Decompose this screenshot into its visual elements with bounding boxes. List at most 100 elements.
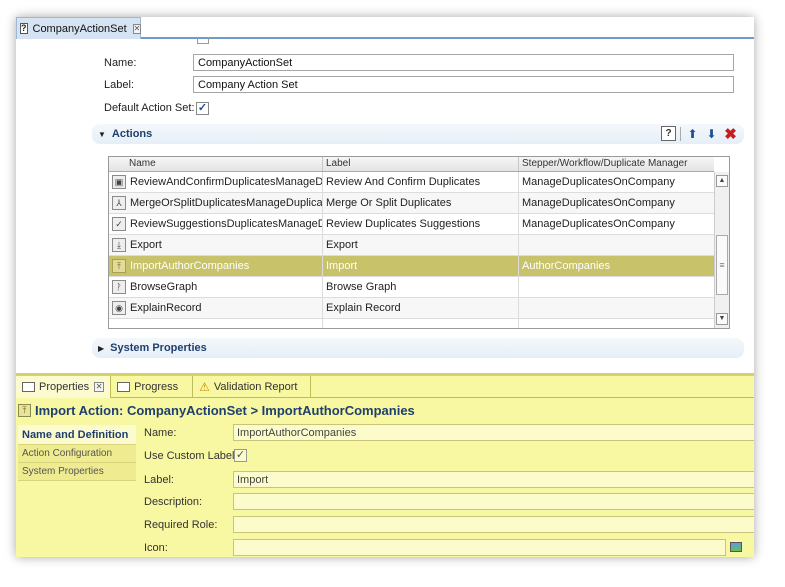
table-scrollbar[interactable]: ▲ ≡ ▼: [714, 172, 729, 328]
table-row[interactable]: ◉ ExplainRecord Explain Record: [109, 298, 714, 319]
tab-properties-label: Properties: [39, 381, 90, 393]
help-icon[interactable]: ?: [661, 126, 676, 141]
cell-manager: [519, 277, 714, 297]
table-row[interactable]: ⅄ MergeOrSplitDuplicatesManageDuplicates.…: [109, 193, 714, 214]
cell-label: Explain Record: [323, 298, 519, 318]
editor-tab-companyactionset[interactable]: ? CompanyActionSet ✕: [16, 17, 142, 39]
close-tab-icon[interactable]: ✕: [132, 23, 142, 34]
default-action-set-checkbox[interactable]: ✓: [196, 102, 209, 115]
table-row-empty: [109, 319, 714, 328]
cell-name: ▣ ReviewAndConfirmDuplicatesManageDup...: [109, 172, 323, 192]
collapsed-triangle-icon: ▶: [98, 343, 105, 353]
row-name-text: ReviewAndConfirmDuplicatesManageDup...: [130, 176, 323, 188]
cell-label: Browse Graph: [323, 277, 519, 297]
prop-required-role-label: Required Role:: [144, 519, 218, 531]
cell-manager: AuthorCompanies: [522, 260, 611, 272]
tab-properties[interactable]: Properties ✕: [16, 376, 112, 398]
eye-icon: ◉: [112, 301, 126, 315]
toolbar-separator: [680, 126, 681, 141]
name-label: Name:: [104, 57, 137, 69]
label-label: Label:: [104, 79, 134, 91]
editor-tab-label: CompanyActionSet: [32, 22, 127, 35]
cell-empty: [323, 319, 519, 328]
nav-action-configuration[interactable]: Action Configuration: [18, 445, 136, 463]
row-name-text: MergeOrSplitDuplicatesManageDuplicates..…: [130, 197, 323, 209]
row-name-text: ExplainRecord: [130, 302, 202, 314]
delete-icon[interactable]: ✖: [723, 126, 738, 143]
properties-title-row: ⤒ Import Action: CompanyActionSet > Impo…: [18, 403, 415, 418]
name-input[interactable]: [193, 54, 734, 71]
cell-name: ⤓ Export: [109, 235, 323, 255]
import-icon: ⤒: [18, 404, 31, 417]
import-icon: ⤒: [112, 259, 126, 273]
properties-tab-bar: Properties ✕ Progress ⚠ Validation Repor…: [16, 376, 754, 398]
default-action-set-label: Default Action Set:: [104, 102, 195, 114]
table-row[interactable]: ✓ ReviewSuggestionsDuplicatesManageDup...…: [109, 214, 714, 235]
table-row-selected[interactable]: ⤒ ImportAuthorCompanies Import AuthorComp…: [109, 256, 714, 277]
move-down-icon[interactable]: ⬇: [704, 126, 719, 141]
application-window: ? CompanyActionSet ✕ Name: Label: Defaul…: [16, 17, 754, 557]
table-row[interactable]: ⤓ Export Export: [109, 235, 714, 256]
prop-name-label: Name:: [144, 427, 177, 439]
warning-icon: ⚠: [199, 380, 210, 394]
column-header-label[interactable]: Label: [323, 157, 519, 171]
tab-validation-report-label: Validation Report: [213, 381, 298, 393]
prop-icon-label: Icon:: [144, 542, 168, 554]
prop-required-role-select[interactable]: [233, 516, 754, 533]
image-picker-icon[interactable]: [730, 542, 742, 552]
nav-name-and-definition[interactable]: Name and Definition: [18, 425, 136, 445]
cell-label: Review Duplicates Suggestions: [323, 214, 519, 234]
person-card-icon: ▣: [112, 175, 126, 189]
label-input[interactable]: [193, 76, 734, 93]
column-header-name[interactable]: Name: [109, 157, 323, 171]
properties-title: Import Action: CompanyActionSet > Import…: [35, 403, 415, 418]
properties-icon: [22, 382, 35, 392]
question-mark-icon: ?: [20, 23, 28, 34]
prop-description-input[interactable]: [233, 493, 754, 510]
system-properties-section-header[interactable]: ▶ System Properties: [92, 338, 744, 358]
tab-validation-report[interactable]: ⚠ Validation Report: [193, 376, 312, 398]
nav-system-properties[interactable]: System Properties: [18, 463, 136, 481]
row-name-text: ImportAuthorCompanies: [130, 260, 250, 272]
cell-manager: [519, 235, 714, 255]
table-row[interactable]: ▣ReviewAndConfirmDuplicatesManageDup... …: [109, 172, 714, 193]
cell-empty: [519, 319, 714, 328]
column-header-manager[interactable]: Stepper/Workflow/Duplicate Manager: [519, 157, 714, 171]
cell-name: ᚹ BrowseGraph: [109, 277, 323, 297]
properties-nav: Name and Definition Action Configuration…: [18, 425, 136, 481]
export-icon: ⤓: [112, 238, 126, 252]
scroll-thumb[interactable]: ≡: [716, 235, 728, 295]
cell-empty: [109, 319, 323, 328]
partial-checkbox[interactable]: [197, 37, 209, 44]
prop-description-label: Description:: [144, 496, 203, 508]
cell-label: Export: [323, 235, 519, 255]
scroll-down-icon[interactable]: ▼: [716, 313, 728, 325]
prop-custom-label-label: Use Custom Label:: [144, 450, 238, 462]
row-name-text: BrowseGraph: [130, 281, 198, 293]
move-up-icon[interactable]: ⬆: [685, 126, 700, 141]
actions-table: Name Label Stepper/Workflow/Duplicate Ma…: [108, 156, 730, 329]
tab-progress-label: Progress: [134, 381, 179, 393]
cell-manager: [519, 298, 714, 318]
prop-label-input[interactable]: [233, 471, 754, 488]
prop-custom-label-checkbox[interactable]: ✓: [234, 449, 247, 462]
tab-progress[interactable]: Progress: [111, 376, 194, 398]
editor-tab-bar: ? CompanyActionSet ✕: [16, 17, 754, 39]
row-name-text: ReviewSuggestionsDuplicatesManageDup...: [130, 218, 323, 230]
cell-manager: ManageDuplicatesOnCompany: [522, 176, 675, 188]
cell-name: ◉ ExplainRecord: [109, 298, 323, 318]
table-row[interactable]: ᚹ BrowseGraph Browse Graph: [109, 277, 714, 298]
cell-manager: ManageDuplicatesOnCompany: [522, 218, 675, 230]
system-properties-title: System Properties: [110, 342, 207, 354]
prop-icon-input[interactable]: [233, 539, 726, 556]
close-tab-icon[interactable]: ✕: [94, 382, 105, 392]
graph-icon: ᚹ: [112, 280, 126, 294]
prop-name-input[interactable]: [233, 424, 754, 441]
actions-section-header[interactable]: ▼ Actions ? ⬆ ⬇ ✖: [92, 124, 744, 144]
merge-split-icon: ⅄: [112, 196, 126, 210]
review-check-icon: ✓: [112, 217, 126, 231]
prop-label-label: Label:: [144, 474, 174, 486]
scroll-up-icon[interactable]: ▲: [716, 175, 728, 187]
table-body: ▣ReviewAndConfirmDuplicatesManageDup... …: [109, 172, 714, 328]
cell-label: Review And Confirm Duplicates: [323, 172, 519, 192]
